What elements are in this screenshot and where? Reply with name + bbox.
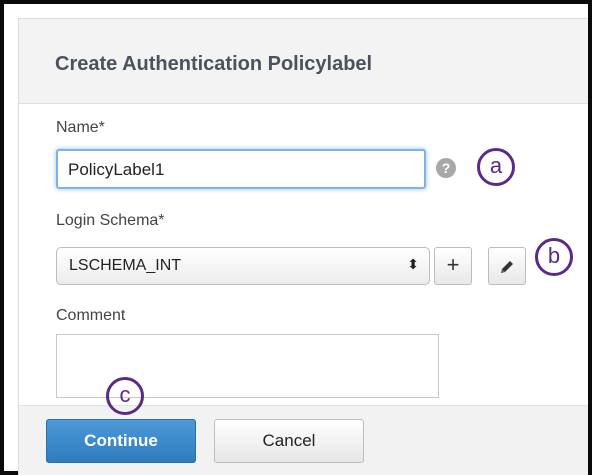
select-arrows-icon: ⬍: [407, 256, 419, 272]
continue-button[interactable]: Continue: [46, 419, 196, 463]
callout-c: c: [106, 377, 144, 415]
comment-label: Comment: [56, 307, 126, 324]
add-login-schema-button[interactable]: +: [434, 247, 472, 285]
login-schema-value: LSCHEMA_INT: [69, 257, 182, 274]
screenshot-frame: Create Authentication Policylabel Name* …: [0, 0, 592, 475]
create-policylabel-dialog: Create Authentication Policylabel Name* …: [18, 18, 588, 475]
name-label: Name*: [56, 119, 105, 136]
edit-login-schema-button[interactable]: [488, 247, 526, 285]
name-input[interactable]: PolicyLabel1: [56, 149, 426, 189]
callout-a: a: [477, 148, 515, 186]
dialog-header: Create Authentication Policylabel: [19, 19, 588, 104]
pencil-icon: [501, 261, 513, 273]
callout-b: b: [535, 238, 573, 276]
cancel-button[interactable]: Cancel: [214, 419, 364, 463]
plus-icon: +: [446, 252, 460, 277]
question-circle-icon[interactable]: ?: [436, 158, 456, 178]
login-schema-select[interactable]: LSCHEMA_INT ⬍: [56, 247, 430, 285]
login-schema-label: Login Schema*: [56, 212, 165, 229]
dialog-title: Create Authentication Policylabel: [55, 53, 373, 75]
